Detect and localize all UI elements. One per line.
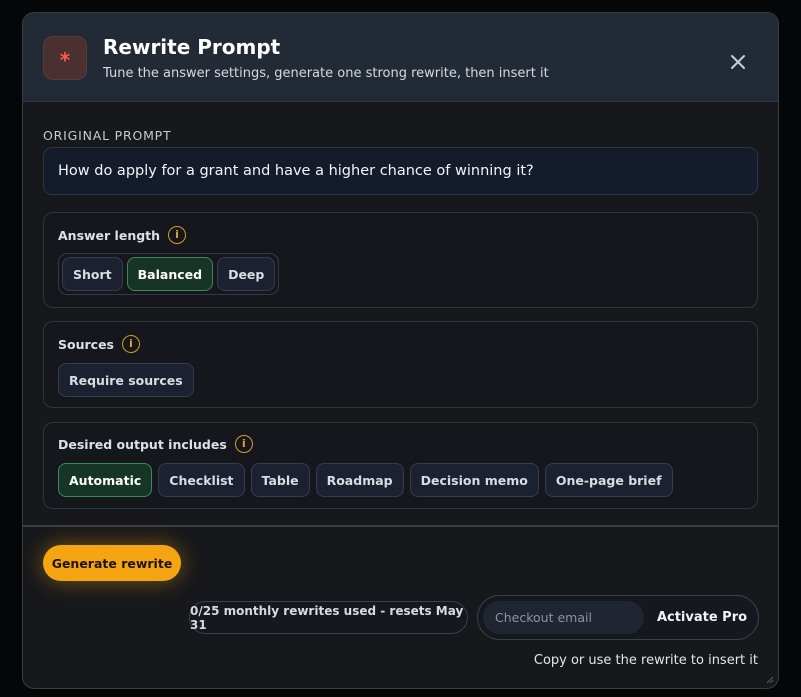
answer-length-label: Answer length	[58, 227, 161, 243]
answer-length-short-chip[interactable]: Short	[62, 257, 123, 291]
info-icon[interactable]: i	[168, 226, 187, 244]
close-button[interactable]	[723, 47, 753, 77]
dialog-header: * Rewrite Prompt Tune the answer setting…	[23, 13, 778, 102]
original-prompt-field[interactable]: How do apply for a grant and have a high…	[43, 147, 758, 195]
sources-options: Require sources	[58, 363, 194, 397]
info-icon[interactable]: i	[121, 335, 140, 353]
desired-output-options: Automatic Checklist Table Roadmap Decisi…	[58, 463, 673, 497]
insert-hint-text: Copy or use the rewrite to insert it	[533, 653, 758, 668]
resize-handle-icon[interactable]	[764, 674, 774, 684]
dialog-subtitle: Tune the answer settings, generate one s…	[103, 66, 549, 81]
answer-length-options: Short Balanced Deep	[58, 253, 280, 295]
require-sources-chip[interactable]: Require sources	[58, 363, 194, 397]
original-prompt-label: ORIGINAL PROMPT	[43, 128, 172, 143]
rewrite-prompt-dialog: * Rewrite Prompt Tune the answer setting…	[22, 12, 779, 689]
desired-output-heading: Desired output includes i	[58, 435, 253, 453]
output-decision-memo-chip[interactable]: Decision memo	[409, 463, 539, 497]
answer-length-deep-chip[interactable]: Deep	[217, 257, 276, 291]
desired-output-card: Desired output includes i Automatic Chec…	[43, 422, 758, 509]
generate-rewrite-button[interactable]: Generate rewrite	[43, 545, 181, 581]
activate-pro-group: Activate Pro	[477, 595, 759, 640]
output-checklist-chip[interactable]: Checklist	[158, 463, 245, 497]
logo-asterisk-icon: *	[43, 36, 87, 80]
sources-card: Sources i Require sources	[43, 321, 758, 408]
output-roadmap-chip[interactable]: Roadmap	[315, 463, 404, 497]
answer-length-heading: Answer length i	[58, 226, 187, 244]
sources-heading: Sources i	[58, 335, 140, 353]
answer-length-card: Answer length i Short Balanced Deep	[43, 212, 758, 308]
usage-status-badge: 0/25 monthly rewrites used - resets May …	[189, 601, 468, 634]
sources-label: Sources	[58, 336, 114, 352]
logo-symbol: *	[59, 48, 71, 72]
output-automatic-chip[interactable]: Automatic	[58, 463, 153, 497]
output-one-page-brief-chip[interactable]: One-page brief	[544, 463, 673, 497]
activate-pro-button[interactable]: Activate Pro	[650, 601, 754, 634]
footer-divider	[23, 525, 778, 527]
answer-length-balanced-chip[interactable]: Balanced	[126, 257, 214, 291]
original-prompt-text: How do apply for a grant and have a high…	[58, 163, 534, 179]
dialog-title: Rewrite Prompt	[103, 35, 281, 59]
checkout-email-input[interactable]	[483, 601, 644, 634]
desired-output-label: Desired output includes	[58, 436, 227, 452]
info-icon[interactable]: i	[234, 435, 253, 453]
close-icon	[731, 55, 745, 69]
output-table-chip[interactable]: Table	[250, 463, 310, 497]
